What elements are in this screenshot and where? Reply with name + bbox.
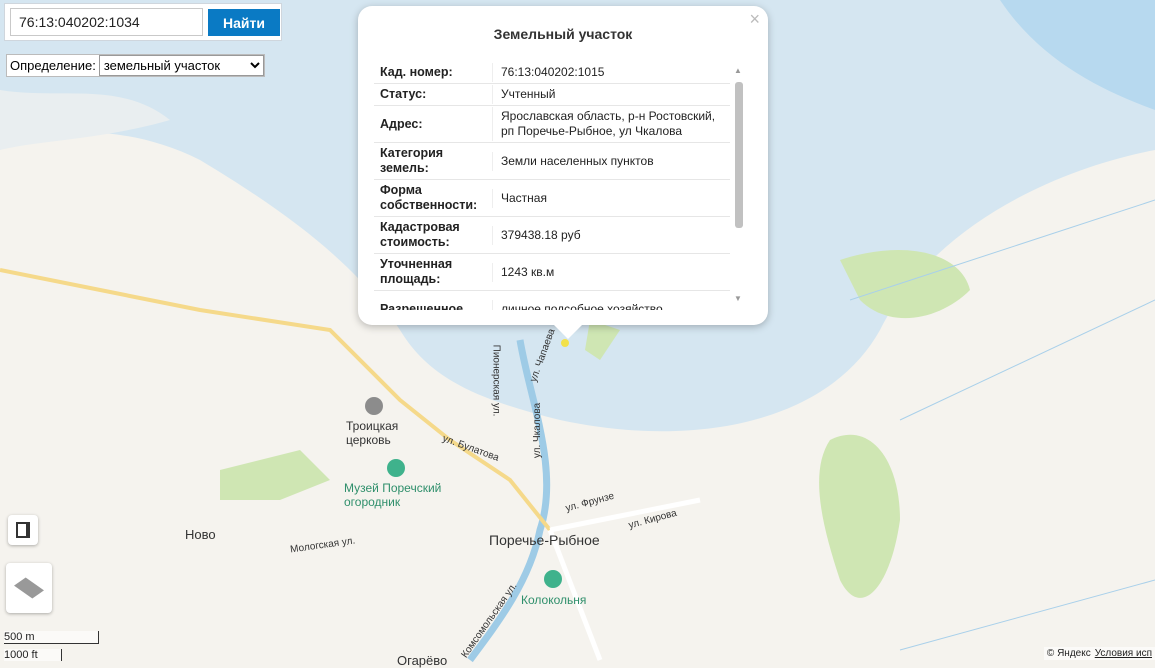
street-label: Пионерская ул.: [490, 344, 502, 417]
scroll-thumb[interactable]: [735, 82, 743, 228]
info-key: Уточненная площадь:: [380, 257, 453, 286]
popup-scrollbar[interactable]: ▲ ▼: [734, 66, 744, 306]
ruler-button[interactable]: [8, 515, 38, 545]
definition-label: Определение:: [10, 58, 96, 73]
church-label[interactable]: Троицкая церковь: [346, 419, 416, 447]
info-row: Уточненная площадь: 1243 кв.м: [374, 254, 730, 291]
info-value: Ярославская область, р-н Ростовский, рп …: [492, 107, 730, 141]
info-key: Статус:: [380, 87, 427, 101]
copyright: © Яндекс: [1046, 648, 1091, 659]
info-key: Кадастровая стоимость:: [380, 220, 460, 249]
parcel-popup: × Земельный участок Кад. номер: 76:13:040…: [358, 6, 768, 339]
info-value: личное подсобное хозяйство: [492, 299, 730, 310]
town-label: Поречье-Рыбное: [489, 532, 600, 548]
info-row: Форма собственности: Частная: [374, 180, 730, 217]
definition-select[interactable]: земельный участок: [98, 55, 264, 76]
parcel-info-table[interactable]: Кад. номер: 76:13:040202:1015 Статус: Учтен…: [374, 62, 730, 310]
info-value: Частная: [492, 188, 730, 208]
search-button[interactable]: Найти: [208, 9, 280, 36]
terms-link[interactable]: Условия исп: [1095, 648, 1152, 659]
scroll-up-icon[interactable]: ▲: [734, 66, 742, 75]
close-icon[interactable]: ×: [749, 9, 760, 30]
info-key: Разрешенное: [380, 301, 464, 311]
info-key: Адрес:: [380, 116, 423, 131]
museum-label[interactable]: Музей Поречский огородник: [344, 481, 449, 509]
scale-imperial: 1000 ft: [4, 649, 62, 661]
definition-panel: Определение: земельный участок: [6, 54, 265, 77]
info-key: Форма собственности:: [380, 183, 478, 212]
info-key: Категория земель:: [380, 146, 444, 175]
map-footer: © Яндекс Условия исп: [1043, 647, 1155, 660]
info-row: Разрешенное личное подсобное хозяйство: [374, 291, 730, 310]
info-value: Земли населенных пунктов: [492, 151, 730, 171]
info-value: 76:13:040202:1015: [492, 63, 730, 82]
street-label: ул. Чкалова: [532, 402, 544, 459]
novo-label: Ново: [185, 527, 216, 542]
info-row: Кадастровая стоимость: 379438.18 руб: [374, 217, 730, 254]
info-row: Категория земель: Земли населенных пункто…: [374, 143, 730, 180]
search-panel: Найти: [4, 3, 282, 41]
layers-button[interactable]: [6, 563, 52, 613]
info-row: Адрес: Ярославская область, р-н Ростовски…: [374, 106, 730, 143]
info-row: Статус: Учтенный: [374, 84, 730, 106]
layers-icon: [14, 577, 44, 599]
scale-metric: 500 m: [4, 631, 99, 644]
info-value: 379438.18 руб: [492, 225, 730, 245]
popup-title: Земельный участок: [493, 26, 633, 42]
scroll-down-icon[interactable]: ▼: [734, 294, 742, 303]
info-value: Учтенный: [492, 85, 730, 104]
info-value: 1243 кв.м: [492, 262, 730, 282]
info-row: Кад. номер: 76:13:040202:1015: [374, 62, 730, 84]
bell-label[interactable]: Колокольня: [521, 593, 586, 607]
info-key: Кад. номер:: [380, 65, 453, 79]
cadastral-search-input[interactable]: [10, 8, 203, 36]
ruler-icon: [16, 522, 30, 538]
